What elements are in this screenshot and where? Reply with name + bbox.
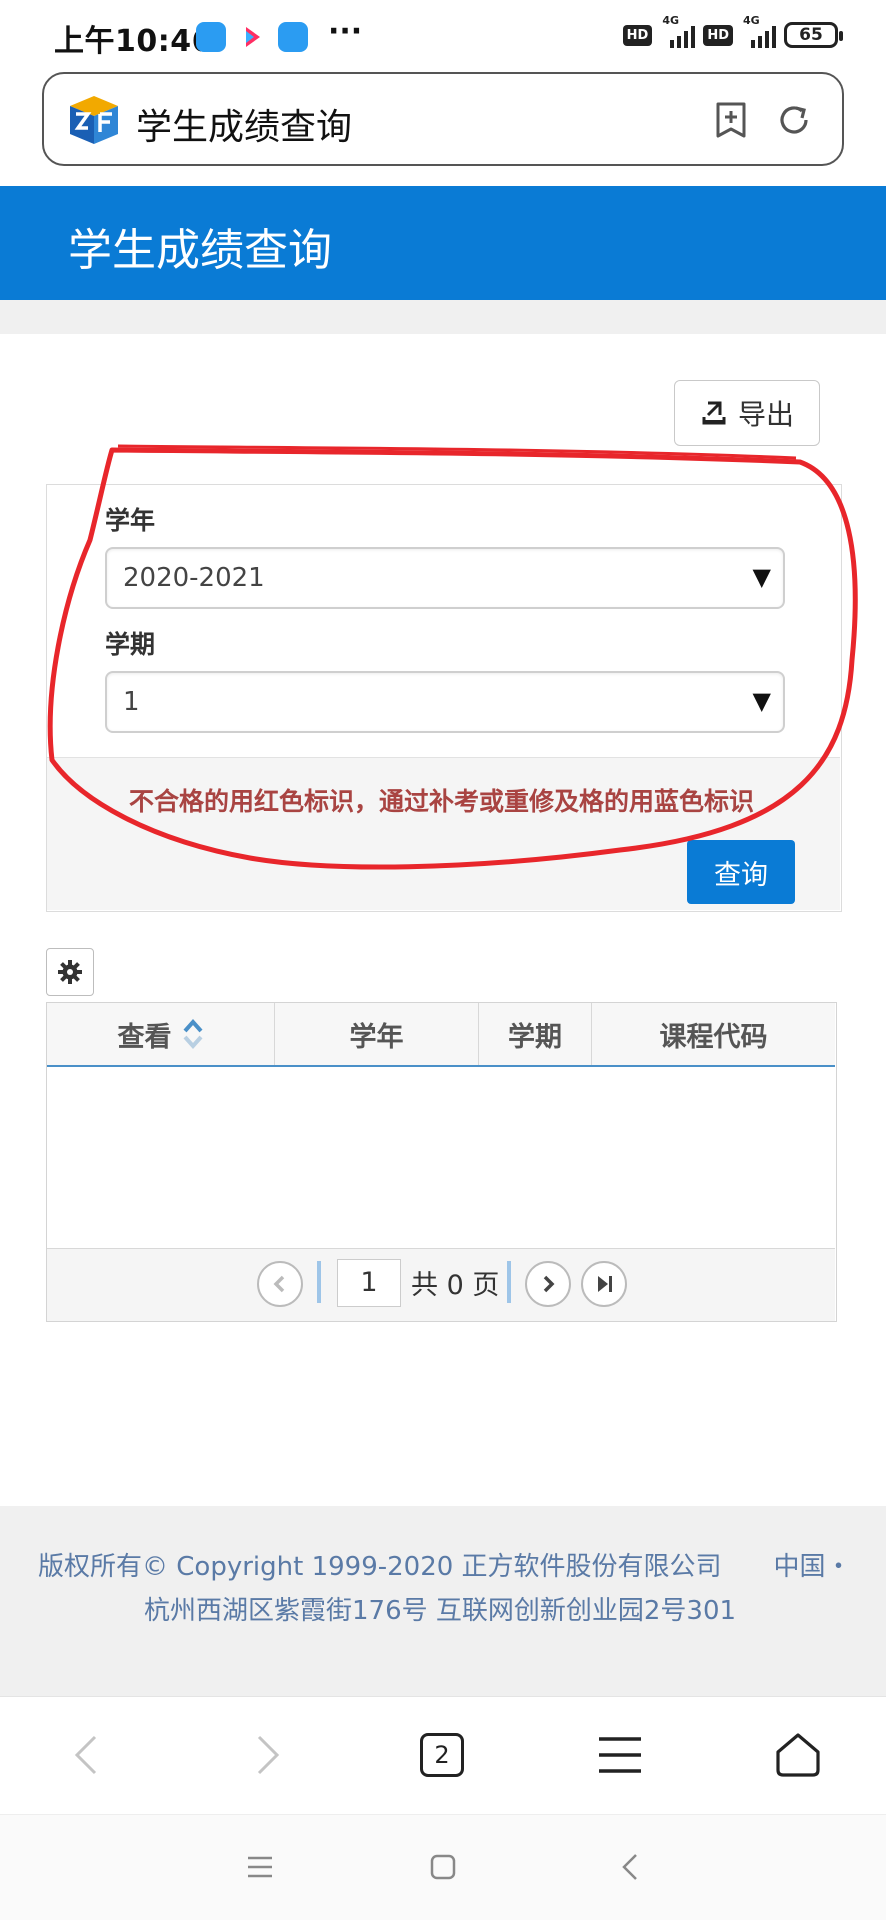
grade-color-notice: 不合格的用红色标识，通过补考或重修及格的用蓝色标识	[129, 787, 755, 816]
sort-icon	[183, 1018, 202, 1050]
chevron-left-icon	[273, 1275, 285, 1293]
tabs-count: 2	[420, 1733, 464, 1777]
term-label: 学期	[105, 630, 156, 659]
address-text: 杭州西湖区紫霞街176号 互联网创新创业园2号301	[144, 1596, 737, 1626]
copyright-text: 版权所有© Copyright 1999-2020 正方软件股份有限公司 中国・	[38, 1552, 852, 1582]
recent-apps-icon	[248, 1856, 272, 1878]
home-icon	[776, 1733, 820, 1777]
query-button[interactable]: 查询	[687, 840, 795, 904]
dropdown-arrow-icon: ▼	[752, 563, 771, 591]
table-header: 查看 学年 学期 课程代码	[47, 1003, 835, 1067]
menu-button[interactable]	[588, 1723, 652, 1787]
page-title: 学生成绩查询	[68, 225, 332, 276]
hd-badge: HD	[703, 24, 733, 46]
column-settings-button[interactable]	[46, 948, 94, 996]
refresh-icon[interactable]	[776, 102, 812, 138]
home-button[interactable]	[766, 1723, 830, 1787]
last-page-button[interactable]	[581, 1261, 627, 1307]
system-home-button[interactable]	[421, 1845, 465, 1889]
export-button[interactable]: 导出	[674, 380, 820, 446]
export-button-label: 导出	[737, 398, 794, 431]
system-back-icon	[622, 1854, 637, 1880]
column-header-label: 查看	[117, 1021, 172, 1053]
recent-apps-button[interactable]	[238, 1845, 282, 1889]
address-bar[interactable]: 学生成绩查询	[42, 72, 844, 166]
column-header-year[interactable]: 学年	[275, 1003, 479, 1065]
column-header-course-code[interactable]: 课程代码	[592, 1003, 835, 1065]
gear-icon	[58, 960, 82, 984]
system-back-button[interactable]	[608, 1845, 652, 1889]
table-body	[47, 1067, 835, 1249]
grades-table: 查看 学年 学期 课程代码 1 共 0 页	[46, 1002, 837, 1322]
dropdown-arrow-icon: ▼	[752, 687, 771, 715]
browser-page-title: 学生成绩查询	[136, 107, 353, 148]
header-divider	[0, 300, 886, 334]
app-notification-icon	[196, 22, 226, 52]
square-home-icon	[430, 1854, 456, 1880]
app-header: 学生成绩查询	[0, 186, 886, 300]
last-page-icon	[598, 1276, 612, 1292]
page-footer: 版权所有© Copyright 1999-2020 正方软件股份有限公司 中国・…	[0, 1506, 886, 1696]
status-indicators: HD 4G HD 4G 65	[622, 14, 843, 48]
menu-icon	[599, 1737, 641, 1773]
back-button[interactable]	[54, 1723, 118, 1787]
status-bar: 上午10:46 ··· HD 4G HD 4G 65	[0, 0, 886, 72]
query-form: 学年 2020-2021 ▼ 学期 1 ▼ 不合格的用红色标识，通过补考或重修及…	[46, 484, 842, 912]
page-number-input[interactable]: 1	[337, 1259, 401, 1307]
chevron-right-icon	[543, 1275, 555, 1293]
back-arrow-icon	[74, 1735, 97, 1775]
add-bookmark-icon[interactable]	[714, 102, 748, 138]
column-header-view[interactable]: 查看	[47, 1003, 275, 1065]
pager-separator	[317, 1261, 321, 1303]
page-total: 共 0 页	[411, 1270, 500, 1301]
prev-page-button[interactable]	[257, 1261, 303, 1307]
year-label: 学年	[105, 506, 156, 535]
forward-arrow-icon	[257, 1735, 280, 1775]
status-time: 上午10:46	[54, 24, 213, 59]
term-select[interactable]: 1 ▼	[105, 671, 785, 733]
term-select-value: 1	[123, 687, 140, 717]
more-notifications-icon: ···	[328, 14, 363, 49]
pagination: 1 共 0 页	[47, 1249, 835, 1321]
browser-toolbar: 2	[0, 1696, 886, 1814]
hd-badge: HD	[622, 24, 653, 46]
zf-logo-icon	[70, 96, 118, 144]
app-notification-icon	[238, 22, 268, 52]
signal-icon: 4G	[660, 14, 696, 48]
signal-icon: 4G	[741, 14, 776, 48]
next-page-button[interactable]	[525, 1261, 571, 1307]
export-icon	[702, 401, 726, 425]
pager-separator	[507, 1261, 511, 1303]
tabs-button[interactable]: 2	[410, 1723, 474, 1787]
column-header-term[interactable]: 学期	[479, 1003, 592, 1065]
app-notification-icon	[278, 22, 308, 52]
year-select[interactable]: 2020-2021 ▼	[105, 547, 785, 609]
battery-icon: 65	[784, 22, 843, 48]
forward-button[interactable]	[236, 1723, 300, 1787]
system-navigation-bar	[0, 1814, 886, 1920]
year-select-value: 2020-2021	[123, 563, 265, 593]
query-panel-footer: 不合格的用红色标识，通过补考或重修及格的用蓝色标识 查询	[47, 757, 840, 910]
